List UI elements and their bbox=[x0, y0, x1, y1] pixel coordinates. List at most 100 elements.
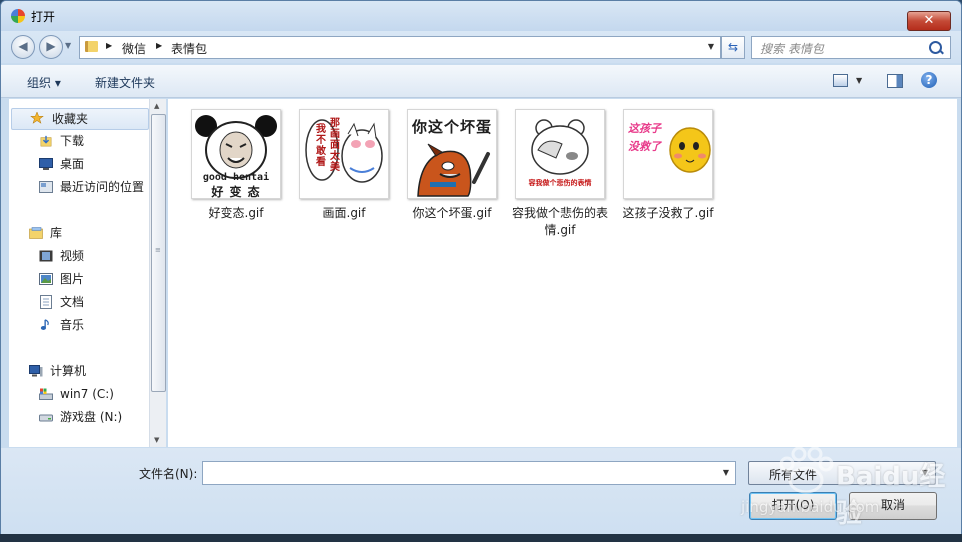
navigation-bar: ◀ ▶ ▼ ▶ 微信 ▶ 表情包 ▼ ⇆ 搜索 表情包 bbox=[1, 31, 961, 63]
taskbar-edge bbox=[0, 534, 962, 542]
breadcrumb-arrow-icon[interactable]: ▶ bbox=[156, 41, 162, 50]
download-folder-icon bbox=[40, 135, 52, 147]
file-thumbnail: 这孩子 没救了 bbox=[623, 109, 713, 199]
library-icon bbox=[29, 227, 43, 239]
scroll-down-arrow-icon[interactable]: ▼ bbox=[154, 436, 159, 444]
search-icon[interactable] bbox=[929, 41, 942, 54]
folder-icon bbox=[85, 41, 98, 52]
grip-icon: ≡ bbox=[155, 246, 161, 254]
window-title: 打开 bbox=[31, 10, 56, 24]
new-folder-button[interactable]: 新建文件夹 bbox=[95, 74, 155, 91]
sidebar-item-label: 桌面 bbox=[60, 157, 85, 171]
breadcrumb-item[interactable]: 表情包 bbox=[171, 40, 207, 57]
recent-places-icon bbox=[39, 181, 53, 193]
file-thumbnail: 我不敢看 那画面太美 bbox=[299, 109, 389, 199]
sidebar-item-computer[interactable]: 计算机 bbox=[9, 361, 149, 381]
file-thumbnail: 容我做个悲伤的表情 bbox=[515, 109, 605, 199]
sidebar-item-label: 计算机 bbox=[50, 364, 87, 378]
chevron-down-icon[interactable]: ▼ bbox=[922, 468, 928, 477]
document-icon bbox=[40, 295, 52, 309]
forward-button[interactable]: ▶ bbox=[39, 35, 63, 59]
file-thumbnail: good hentai 好 变 态 bbox=[191, 109, 281, 199]
view-options-dropdown-icon[interactable]: ▼ bbox=[856, 76, 862, 85]
sidebar-item-label: 文档 bbox=[60, 295, 85, 309]
back-button[interactable]: ◀ bbox=[11, 35, 35, 59]
star-icon bbox=[30, 112, 44, 124]
file-item[interactable]: 容我做个悲伤的表情 容我做个悲伤的表情.gif bbox=[506, 109, 614, 239]
filename-label: 文件名(N): bbox=[139, 467, 198, 481]
scroll-up-arrow-icon[interactable]: ▲ bbox=[154, 102, 159, 110]
file-item[interactable]: 你这个坏蛋 你这个坏蛋.gif bbox=[398, 109, 506, 222]
scrollbar-thumb[interactable]: ≡ bbox=[151, 114, 166, 392]
title-bar: 打开 ✕ bbox=[1, 1, 961, 31]
file-type-filter[interactable]: 所有文件 ▼ bbox=[748, 461, 936, 485]
drive-icon bbox=[39, 414, 53, 422]
sidebar-item-label: 游戏盘 (N:) bbox=[60, 410, 123, 424]
sidebar-item-documents[interactable]: 文档 bbox=[9, 292, 149, 312]
breadcrumb-item[interactable]: 微信 bbox=[122, 40, 146, 57]
open-file-dialog: 打开 ✕ ◀ ▶ ▼ ▶ 微信 ▶ 表情包 ▼ ⇆ 搜索 表情包 组织 ▾ 新建… bbox=[0, 0, 962, 542]
open-button[interactable]: 打开(O) bbox=[749, 492, 837, 520]
file-type-value: 所有文件 bbox=[769, 468, 818, 482]
file-item[interactable]: 我不敢看 那画面太美 画面.gif bbox=[290, 109, 398, 222]
filename-input[interactable] bbox=[207, 464, 711, 484]
sidebar-item-music[interactable]: 音乐 bbox=[9, 315, 149, 335]
help-icon[interactable]: ? bbox=[921, 72, 937, 88]
file-name: 画面.gif bbox=[322, 206, 366, 220]
close-button[interactable]: ✕ bbox=[907, 11, 951, 31]
sidebar-item-libraries[interactable]: 库 bbox=[9, 223, 149, 243]
change-view-icon[interactable] bbox=[833, 74, 848, 87]
sidebar-item-label: 最近访问的位置 bbox=[60, 180, 145, 194]
file-thumbnail: 你这个坏蛋 bbox=[407, 109, 497, 199]
command-toolbar: 组织 ▾ 新建文件夹 ▼ ? bbox=[1, 65, 961, 98]
filename-field[interactable]: ▼ bbox=[202, 461, 736, 485]
system-drive-icon bbox=[39, 388, 53, 400]
preview-pane-icon[interactable] bbox=[887, 74, 903, 88]
image-caption: good hentai bbox=[202, 172, 270, 183]
file-name: 容我做个悲伤的表情.gif bbox=[512, 206, 609, 237]
search-box[interactable]: 搜索 表情包 bbox=[751, 36, 951, 59]
sidebar-item-favorites[interactable]: 收藏夹 bbox=[11, 108, 149, 130]
file-item[interactable]: 这孩子 没救了 这孩子没救了.gif bbox=[614, 109, 722, 222]
sidebar-item-drive-c[interactable]: win7 (C:) bbox=[9, 384, 149, 404]
sidebar-item-videos[interactable]: 视频 bbox=[9, 246, 149, 266]
sidebar-item-label: win7 (C:) bbox=[60, 387, 114, 401]
refresh-button[interactable]: ⇆ bbox=[721, 36, 745, 59]
file-name: 你这个坏蛋.gif bbox=[412, 206, 492, 220]
computer-icon bbox=[29, 365, 43, 377]
desktop-icon bbox=[39, 158, 53, 170]
image-caption: 我不敢看 bbox=[316, 124, 326, 168]
sidebar-item-label: 图片 bbox=[60, 272, 85, 286]
sidebar-item-label: 下载 bbox=[60, 134, 85, 148]
sidebar-item-pictures[interactable]: 图片 bbox=[9, 269, 149, 289]
file-name: 这孩子没救了.gif bbox=[622, 206, 714, 220]
picture-icon bbox=[39, 273, 53, 285]
recent-pages-dropdown-icon[interactable]: ▼ bbox=[65, 41, 71, 50]
angry-dog-image bbox=[417, 143, 490, 197]
file-list: good hentai 好 变 态 好变态.gif 我不敢看 那画面太美 画面.… bbox=[168, 99, 957, 447]
file-item[interactable]: good hentai 好 变 态 好变态.gif bbox=[182, 109, 290, 222]
organize-menu[interactable]: 组织 ▾ bbox=[27, 74, 61, 91]
filename-dropdown-icon[interactable]: ▼ bbox=[723, 468, 729, 477]
address-dropdown-icon[interactable]: ▼ bbox=[708, 42, 714, 51]
navigation-pane: 收藏夹 下载 桌面 最近访问的位置 库 视频 图片 文档 音乐 计算机 win7… bbox=[9, 99, 149, 447]
app-icon bbox=[11, 9, 25, 23]
sidebar-item-label: 收藏夹 bbox=[52, 112, 89, 126]
video-icon bbox=[39, 250, 53, 262]
sidebar-item-drive-n[interactable]: 游戏盘 (N:) bbox=[9, 407, 149, 427]
sidebar-item-recent-places[interactable]: 最近访问的位置 bbox=[9, 177, 149, 197]
image-caption: 好 变 态 bbox=[211, 185, 261, 199]
sidebar-scrollbar[interactable]: ▲ ≡ ▼ bbox=[149, 99, 166, 447]
image-caption: 那画面太美 bbox=[330, 118, 340, 173]
sidebar-item-downloads[interactable]: 下载 bbox=[9, 131, 149, 151]
sidebar-item-desktop[interactable]: 桌面 bbox=[9, 154, 149, 174]
yellow-blob-image bbox=[669, 127, 711, 173]
breadcrumb-arrow-icon[interactable]: ▶ bbox=[106, 41, 112, 50]
sidebar-item-label: 视频 bbox=[60, 249, 85, 263]
sidebar-item-label: 库 bbox=[50, 226, 63, 240]
search-input[interactable]: 搜索 表情包 bbox=[760, 40, 824, 57]
music-icon bbox=[40, 319, 49, 330]
sidebar-item-label: 音乐 bbox=[60, 318, 85, 332]
cancel-button[interactable]: 取消 bbox=[849, 492, 937, 520]
address-bar[interactable]: ▶ 微信 ▶ 表情包 ▼ bbox=[79, 36, 721, 59]
